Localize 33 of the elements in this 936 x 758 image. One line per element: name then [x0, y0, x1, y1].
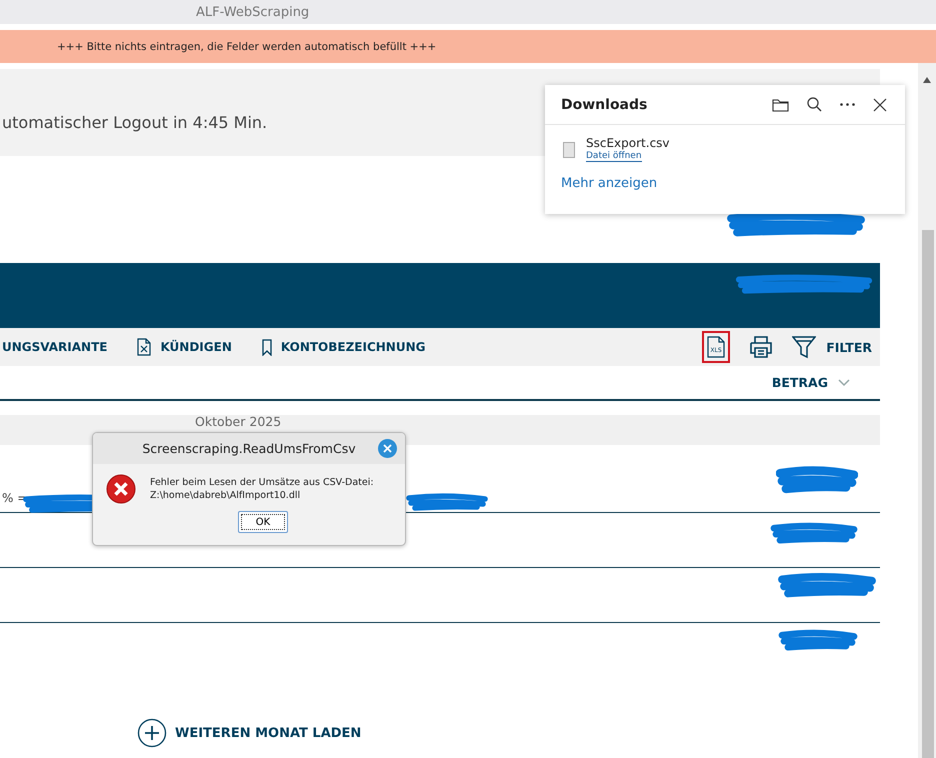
chevron-icon	[838, 378, 850, 386]
search-icon[interactable]	[807, 97, 822, 112]
toolbar-link[interactable]: KÜNDIGEN	[137, 338, 232, 356]
scroll-up-icon[interactable]	[923, 77, 931, 83]
close-icon[interactable]	[873, 98, 887, 112]
sort-dropdown[interactable]: BETRAG	[772, 375, 850, 390]
load-more-button[interactable]: WEITEREN MONAT LADEN	[137, 718, 362, 748]
open-file-link[interactable]: Datei öffnen	[586, 151, 642, 162]
ok-button[interactable]: OK	[238, 511, 288, 533]
file-name: SscExport.csv	[586, 136, 670, 150]
error-message: Fehler beim Lesen der Umsätze aus CSV-Datei:	[150, 476, 374, 489]
toolbar-link[interactable]: UNGSVARIANTE	[2, 338, 108, 356]
folder-icon[interactable]	[772, 98, 789, 112]
show-more-link[interactable]: Mehr anzeigen	[545, 162, 905, 191]
more-icon[interactable]	[840, 103, 855, 106]
scrollbar-thumb[interactable]	[922, 230, 934, 758]
scrollbar[interactable]	[918, 63, 936, 758]
file-icon	[563, 142, 575, 158]
logout-text: utomatischer Logout in 4:45 Min.	[2, 113, 268, 132]
error-icon	[106, 474, 136, 504]
bookmark-icon	[262, 338, 272, 356]
window-title: ALF-WebScraping	[196, 4, 310, 20]
error-message: Z:\home\dabreb\AlfImport10.dll	[150, 489, 302, 502]
downloads-title: Downloads	[561, 96, 648, 112]
filter-link[interactable]: FILTER	[826, 340, 872, 354]
document-icon	[137, 338, 152, 356]
filter-icon[interactable]	[792, 335, 816, 359]
dialog-title: Screenscraping.ReadUmsFromCsv	[142, 441, 356, 456]
print-icon[interactable]	[748, 335, 774, 359]
toolbar-link[interactable]: KONTOBEZEICHNUNG	[262, 338, 426, 356]
plus-circle-icon	[137, 718, 167, 748]
banner-text: +++ Bitte nichts eintragen, die Felder werden automatisch befüllt +++	[57, 40, 436, 52]
month-label: Oktober 2025	[195, 415, 282, 428]
